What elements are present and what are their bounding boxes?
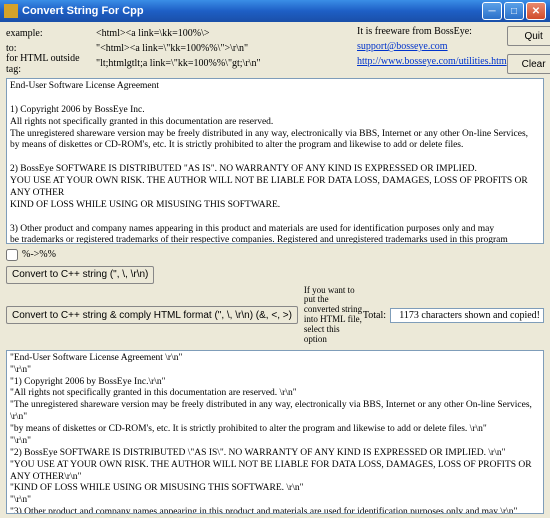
total-value: 1173 characters shown and copied! (390, 308, 544, 323)
convert-cpp-button[interactable]: Convert to C++ string (", \, \r\n) (6, 266, 154, 284)
right-info-block: It is freeware from BossEye: support@bos… (351, 26, 507, 74)
example-value-1: <html><a link=\kk=100%\> (96, 28, 351, 39)
close-button[interactable]: ✕ (526, 2, 546, 20)
example-label-1: example: (6, 28, 96, 39)
example-block: example: <html><a link=\kk=100%\> to: "<… (6, 26, 351, 74)
example-label-3: for HTML outside tag: (6, 53, 96, 75)
freeware-label: It is freeware from BossEye: (357, 26, 507, 41)
support-email-link[interactable]: support@bosseye.com (357, 41, 448, 52)
convert-note: If you want to put the converted string … (304, 286, 363, 345)
percent-checkbox-label: %->%% (22, 249, 56, 260)
maximize-button[interactable]: □ (504, 2, 524, 20)
example-value-3: "lt;htmlgtlt;a link=\"kk=100%%\"gt;\r\n" (96, 58, 351, 69)
output-textarea[interactable]: "End-User Software License Agreement \r\… (6, 350, 544, 514)
input-textarea[interactable]: End-User Software License Agreement 1) C… (6, 78, 544, 244)
app-icon (4, 4, 18, 18)
quit-button[interactable]: Quit (507, 26, 550, 46)
percent-checkbox[interactable] (6, 249, 18, 261)
clear-button[interactable]: Clear (507, 54, 550, 74)
product-url-link[interactable]: http://www.bosseye.com/utilities.htm (357, 56, 507, 67)
example-value-2: "<html><a link=\"kk=100%%\">\r\n" (96, 43, 351, 54)
window-title: Convert String For Cpp (22, 5, 144, 17)
titlebar[interactable]: Convert String For Cpp ─ □ ✕ (0, 0, 550, 22)
convert-cpp-html-button[interactable]: Convert to C++ string & comply HTML form… (6, 306, 298, 324)
minimize-button[interactable]: ─ (482, 2, 502, 20)
total-label: Total: (363, 310, 386, 321)
